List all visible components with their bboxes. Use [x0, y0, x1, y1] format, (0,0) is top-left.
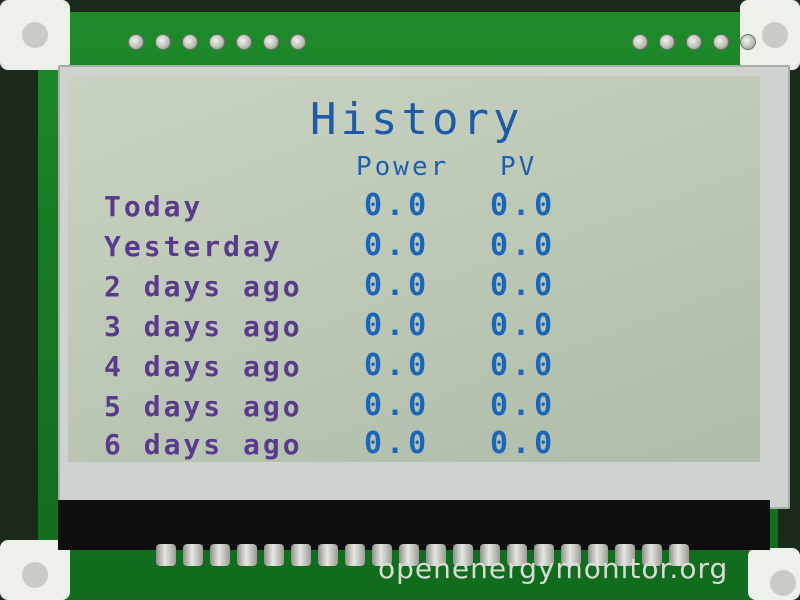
value-pv-2-days-ago: 0.0: [490, 268, 557, 303]
row-label-6-days-ago: 6 days ago: [104, 428, 303, 461]
value-pv-3-days-ago: 0.0: [490, 308, 557, 343]
mounting-bracket-top-left: [0, 0, 70, 70]
value-power-6-days-ago: 0.0: [364, 426, 431, 461]
header-pads-top-right: [632, 34, 756, 50]
value-power-2-days-ago: 0.0: [364, 268, 431, 303]
column-header-power: Power: [356, 152, 450, 182]
header-pads-top-left: [128, 34, 306, 50]
value-power-today: 0.0: [364, 188, 431, 223]
lcd-connector-strip: [58, 500, 770, 550]
value-pv-6-days-ago: 0.0: [490, 426, 557, 461]
value-pv-yesterday: 0.0: [490, 228, 557, 263]
row-label-yesterday: Yesterday: [104, 230, 283, 263]
row-label-today: Today: [104, 190, 204, 223]
column-header-pv: PV: [500, 152, 538, 182]
value-pv-4-days-ago: 0.0: [490, 348, 557, 383]
value-power-4-days-ago: 0.0: [364, 348, 431, 383]
value-pv-5-days-ago: 0.0: [490, 388, 557, 423]
row-label-5-days-ago: 5 days ago: [104, 390, 303, 423]
value-power-5-days-ago: 0.0: [364, 388, 431, 423]
value-power-yesterday: 0.0: [364, 228, 431, 263]
value-power-3-days-ago: 0.0: [364, 308, 431, 343]
row-label-3-days-ago: 3 days ago: [104, 310, 303, 343]
screen-title: History: [310, 94, 524, 145]
board-brand-text: openenergymonitor.org: [378, 552, 729, 585]
row-label-2-days-ago: 2 days ago: [104, 270, 303, 303]
row-label-4-days-ago: 4 days ago: [104, 350, 303, 383]
value-pv-today: 0.0: [490, 188, 557, 223]
mounting-bracket-bottom-right: [748, 548, 800, 600]
